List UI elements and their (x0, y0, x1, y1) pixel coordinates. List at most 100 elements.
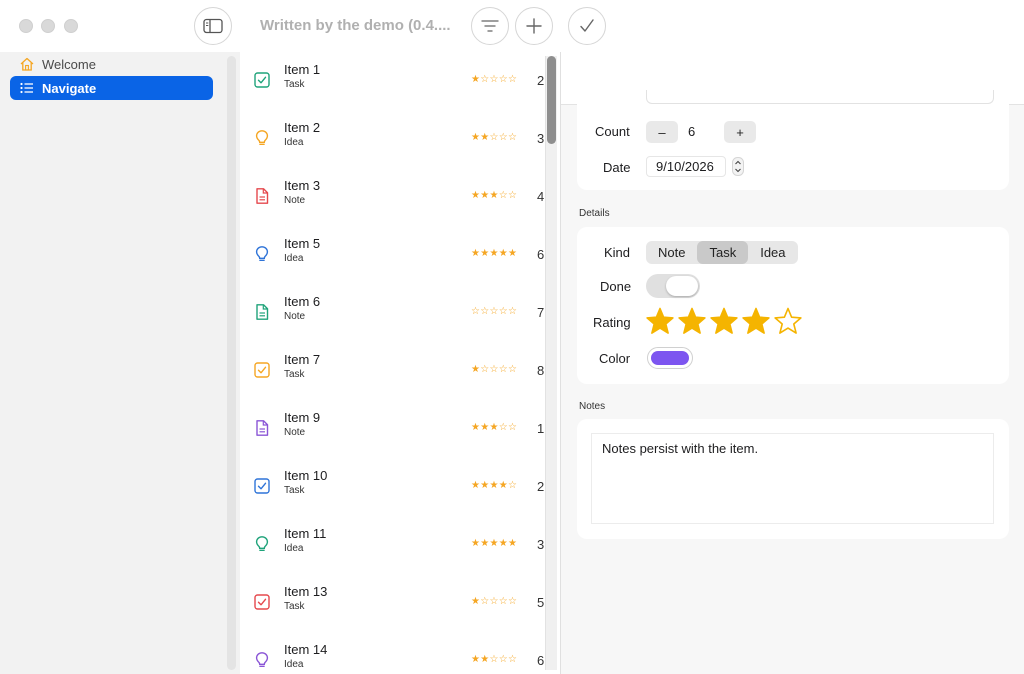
rating-control[interactable] (644, 306, 804, 336)
decrement-button[interactable]: – (646, 121, 678, 143)
list-item-rating: ☆☆☆☆☆ (471, 306, 518, 317)
list-item-title: Item 5 (284, 236, 321, 251)
list-item[interactable]: Item 9 Note ★★★☆☆ 1 (240, 400, 560, 458)
list-item-rating: ★★★★★ (471, 248, 518, 259)
list-item-title: Item 14 (284, 642, 328, 657)
detail-pane: Count – 6 + Date 9/10/2026 Details Kind … (561, 52, 1024, 674)
list-item-rating: ★★★★☆ (471, 480, 518, 491)
name-field[interactable] (646, 90, 994, 104)
list-item-title: Item 7 (284, 352, 321, 367)
list-item-rating: ★☆☆☆☆ (471, 596, 518, 607)
house-icon (19, 56, 35, 72)
list-item[interactable]: Item 7 Task ★☆☆☆☆ 8 (240, 342, 560, 400)
window-title: Written by the demo (0.4.... (260, 17, 451, 34)
lightbulb-icon (253, 129, 271, 147)
list-item-kind: Idea (284, 543, 304, 554)
list-item[interactable]: Item 5 Idea ★★★★★ 6 (240, 226, 560, 284)
list-item-rating: ★★★☆☆ (471, 190, 518, 201)
sidebar-scrollbar[interactable] (227, 56, 236, 670)
checkbox-icon (253, 361, 271, 379)
list-item[interactable]: Item 1 Task ★☆☆☆☆ 2 (240, 52, 560, 110)
details-card: Kind Note Task Idea Done Rating Color (577, 227, 1009, 384)
list-item-title: Item 1 (284, 62, 321, 77)
notes-section-header: Notes (579, 401, 606, 412)
sidebar-toggle-button[interactable] (194, 7, 232, 45)
count-label: Count (595, 124, 630, 139)
add-item-button[interactable] (515, 7, 553, 45)
star-empty-icon[interactable] (772, 306, 804, 336)
star-filled-icon[interactable] (740, 306, 772, 336)
star-filled-icon[interactable] (676, 306, 708, 336)
rating-label: Rating (593, 315, 631, 330)
list-item-kind: Note (284, 195, 306, 206)
list-item-title: Item 13 (284, 584, 328, 599)
filter-button[interactable] (471, 7, 509, 45)
kind-option-note[interactable]: Note (646, 241, 697, 264)
checkbox-icon (253, 477, 271, 495)
list-item[interactable]: Item 10 Task ★★★★☆ 2 (240, 458, 560, 516)
list-item[interactable]: Item 14 Idea ★★☆☆☆ 6 (240, 632, 560, 674)
list-item-rating: ★★☆☆☆ (471, 132, 518, 143)
color-label: Color (599, 351, 631, 366)
close-window-button[interactable] (19, 19, 33, 33)
notes-card: Notes persist with the item. (577, 419, 1009, 539)
color-well[interactable] (647, 347, 693, 369)
list-item-kind: Task (284, 485, 305, 496)
list-item[interactable]: Item 2 Idea ★★☆☆☆ 3 (240, 110, 560, 168)
list-item-title: Item 11 (284, 526, 327, 541)
list-item-title: Item 3 (284, 178, 321, 193)
list-item-count: 2 (537, 479, 545, 494)
item-list: Item 1 Task ★☆☆☆☆ 2 Item 2 Idea ★★☆☆☆ 3 Item 3 No… (240, 52, 560, 674)
zoom-window-button[interactable] (64, 19, 78, 33)
kind-option-idea[interactable]: Idea (748, 241, 797, 264)
list-item-count: 1 (537, 421, 545, 436)
list-item-count: 7 (537, 305, 545, 320)
list-item-title: Item 9 (284, 410, 321, 425)
list-item-rating: ★☆☆☆☆ (471, 364, 518, 375)
sidebar-item-navigate[interactable]: Navigate (10, 76, 213, 100)
kind-option-task[interactable]: Task (697, 241, 749, 264)
list-item[interactable]: Item 13 Task ★☆☆☆☆ 5 (240, 574, 560, 632)
list-scrollbar-track[interactable] (545, 56, 557, 670)
list-item-rating: ★★★★★ (471, 538, 518, 549)
kind-segmented-control: Note Task Idea (646, 241, 798, 264)
list-item[interactable]: Item 3 Note ★★★☆☆ 4 (240, 168, 560, 226)
date-label: Date (603, 160, 631, 175)
increment-button[interactable]: + (724, 121, 756, 143)
list-scrollbar-thumb[interactable] (547, 56, 556, 144)
color-swatch (651, 351, 689, 365)
list-item[interactable]: Item 6 Note ☆☆☆☆☆ 7 (240, 284, 560, 342)
list-item-count: 8 (537, 363, 545, 378)
star-filled-icon[interactable] (708, 306, 740, 336)
document-icon (253, 187, 271, 205)
done-label: Done (600, 279, 632, 294)
list-icon (19, 80, 35, 96)
list-item-count: 3 (537, 537, 545, 552)
kind-label: Kind (604, 245, 631, 260)
date-stepper-icon[interactable] (732, 157, 744, 176)
list-item[interactable]: Item 11 Idea ★★★★★ 3 (240, 516, 560, 574)
fields-card: Count – 6 + Date 9/10/2026 (577, 90, 1009, 190)
document-icon (253, 419, 271, 437)
list-item-rating: ★☆☆☆☆ (471, 74, 518, 85)
confirm-button[interactable] (568, 7, 606, 45)
list-item-title: Item 10 (284, 468, 328, 483)
list-item-kind: Idea (284, 253, 304, 264)
star-filled-icon[interactable] (644, 306, 676, 336)
document-icon (253, 303, 271, 321)
checkbox-icon (253, 71, 271, 89)
notes-textarea[interactable]: Notes persist with the item. (591, 433, 994, 524)
details-section-header: Details (579, 208, 610, 219)
list-item-count: 2 (537, 73, 545, 88)
list-item-rating: ★★★☆☆ (471, 422, 518, 433)
plus-icon (526, 18, 542, 34)
checkmark-icon (580, 19, 594, 32)
minimize-window-button[interactable] (41, 19, 55, 33)
list-item-count: 4 (537, 189, 545, 204)
lightbulb-icon (253, 651, 271, 669)
sidebar-item-welcome[interactable]: Welcome (10, 52, 213, 76)
lightbulb-icon (253, 245, 271, 263)
date-field[interactable]: 9/10/2026 (646, 156, 726, 177)
filter-icon (481, 20, 499, 32)
done-toggle[interactable] (646, 274, 700, 298)
